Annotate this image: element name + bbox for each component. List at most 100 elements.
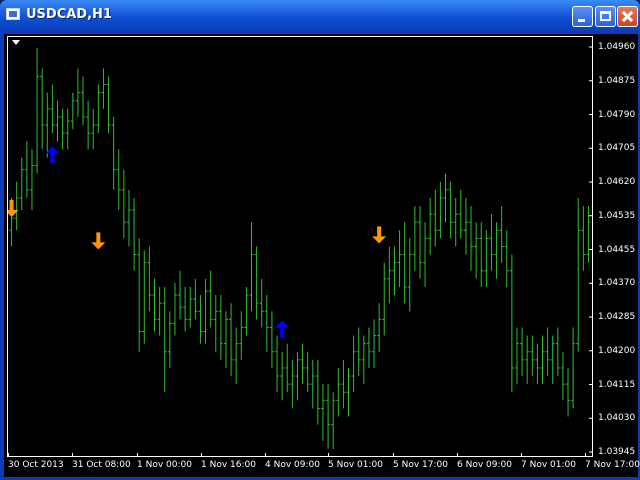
time-tick-label: 5 Nov 17:00 [393, 460, 448, 470]
ohlc-bar [280, 351, 285, 401]
ohlc-bar [336, 367, 341, 417]
ohlc-bar [81, 76, 86, 126]
time-tick-label: 7 Nov 17:00 [585, 460, 640, 470]
ohlc-bar [14, 181, 19, 231]
ohlc-bar [55, 100, 60, 142]
ohlc-bar [494, 222, 499, 279]
minimize-button[interactable] [572, 6, 593, 27]
chart-window: USDCAD,H1 1.04960 1.04875 1.04790 1.04705 1.… [0, 0, 640, 480]
price-tick-label: 1.04115 [598, 379, 636, 390]
ohlc-bar [96, 84, 101, 134]
chart-window-icon[interactable] [6, 8, 20, 20]
ohlc-bar [198, 295, 203, 344]
ohlc-bar [229, 303, 234, 377]
ohlc-bar [142, 250, 147, 344]
ohlc-bar [178, 270, 183, 320]
ohlc-bar [499, 206, 504, 263]
ohlc-bar [382, 262, 387, 336]
ohlc-bar [448, 181, 453, 239]
ohlc-bar [377, 303, 382, 352]
ohlc-bar [356, 327, 361, 377]
ohlc-bar [407, 238, 412, 312]
ohlc-bar [310, 359, 315, 409]
ohlc-bar [254, 246, 259, 320]
ohlc-bar [203, 278, 208, 344]
ohlc-bar [366, 327, 371, 368]
ohlc-bar [24, 141, 29, 198]
ohlc-bar [514, 327, 519, 385]
time-tick-label: 30 Oct 2013 [8, 460, 64, 470]
time-tick-label: 31 Oct 08:00 [72, 460, 131, 470]
ohlc-bar [101, 68, 106, 109]
ohlc-bar [91, 108, 96, 150]
ohlc-bar [341, 359, 346, 409]
ohlc-bar [443, 173, 448, 223]
ohlc-bar [412, 206, 417, 271]
ohlc-bar [453, 197, 458, 247]
ohlc-bar [438, 181, 443, 239]
ohlc-bar [213, 295, 218, 352]
price-tick-label: 1.03945 [598, 447, 636, 457]
ohlc-bar [167, 311, 172, 368]
ohlc-bar [504, 230, 509, 287]
ohlc-bar [484, 230, 489, 287]
ohlc-bar [560, 351, 565, 401]
ohlc-bar [530, 335, 535, 377]
ohlc-bar [545, 327, 550, 377]
time-tick-label: 6 Nov 09:00 [457, 460, 512, 470]
ohlc-bar [320, 384, 325, 441]
ohlc-bar [509, 254, 514, 393]
ohlc-bar [218, 295, 223, 360]
ohlc-bar [234, 327, 239, 385]
ohlc-bar [19, 157, 24, 211]
maximize-button[interactable] [595, 6, 616, 27]
ohlc-bar [183, 286, 188, 332]
ohlc-bar [535, 343, 540, 385]
ohlc-bar [75, 68, 80, 117]
close-button[interactable] [617, 6, 638, 27]
ohlc-bar [469, 206, 474, 271]
ohlc-bar [326, 384, 331, 449]
title-bar[interactable]: USDCAD,H1 [0, 0, 640, 30]
ohlc-bar [132, 197, 137, 271]
price-tick-label: 1.04705 [598, 143, 636, 154]
chart-menu-triangle-icon[interactable] [12, 40, 20, 45]
ohlc-bar [372, 319, 377, 368]
ohlc-bar [433, 189, 438, 247]
ohlc-bar [290, 359, 295, 409]
price-chart[interactable] [7, 36, 593, 457]
ohlc-bar [188, 286, 193, 328]
ohlc-bar [249, 222, 254, 312]
price-tick-label: 1.04200 [598, 345, 636, 356]
ohlc-bar [331, 392, 336, 449]
ohlc-bar [525, 335, 530, 385]
ohlc-bar [428, 197, 433, 255]
maximize-icon [600, 11, 611, 21]
ohlc-bar [157, 286, 162, 336]
ohlc-bar [223, 311, 228, 368]
ohlc-bar [162, 286, 167, 393]
ohlc-bar [417, 206, 422, 279]
ohlc-bar [351, 335, 356, 393]
ohlc-bar [70, 92, 75, 130]
ohlc-bar [305, 351, 310, 393]
price-tick-label: 1.04370 [598, 278, 636, 289]
time-tick-label: 1 Nov 16:00 [201, 460, 256, 470]
ohlc-bar [463, 197, 468, 255]
ohlc-bar [106, 76, 111, 134]
time-tick-label: 5 Nov 01:00 [328, 460, 383, 470]
ohlc-bar [40, 68, 45, 150]
ohlc-bar [269, 311, 274, 368]
ohlc-bar [259, 278, 264, 328]
price-tick-label: 1.04455 [598, 244, 636, 255]
ohlc-bar [244, 286, 249, 336]
price-tick-label: 1.04620 [598, 177, 636, 187]
ohlc-bar [193, 278, 198, 320]
buy-arrow-icon [275, 320, 290, 338]
ohlc-bar [35, 48, 40, 174]
ohlc-bar [264, 295, 269, 352]
ohlc-bar [86, 100, 91, 150]
ohlc-bar [479, 222, 484, 287]
window-title: USDCAD,H1 [26, 7, 112, 22]
ohlc-bar [571, 327, 576, 409]
